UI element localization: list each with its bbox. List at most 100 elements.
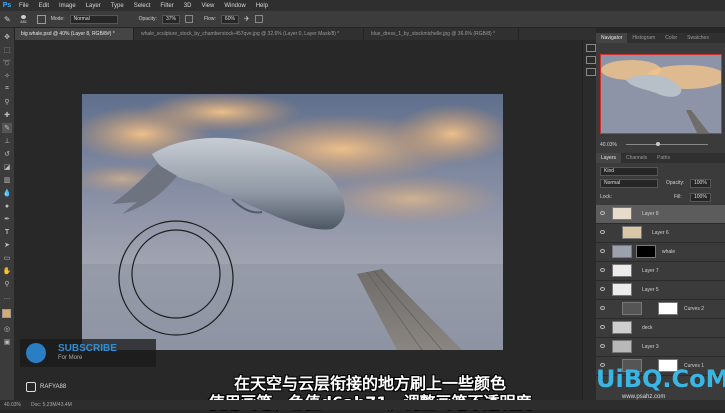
eraser-tool-icon[interactable]: ◪ [2, 162, 12, 172]
menu-image[interactable]: Image [54, 3, 81, 9]
path-select-tool-icon[interactable]: ➤ [2, 240, 12, 250]
navigator-zoom-slider[interactable] [626, 144, 708, 145]
crop-tool-icon[interactable]: ⌗ [2, 84, 12, 94]
dodge-tool-icon[interactable]: ● [2, 201, 12, 211]
layer-row[interactable]: deck [596, 319, 725, 338]
menu-help[interactable]: Help [251, 3, 273, 9]
layer-blend-mode[interactable]: Normal [600, 179, 658, 188]
eye-icon[interactable] [600, 268, 605, 272]
status-zoom[interactable]: 40.03% [4, 402, 21, 408]
menu-layer[interactable]: Layer [81, 3, 106, 9]
menu-edit[interactable]: Edit [34, 3, 54, 9]
eye-icon[interactable] [600, 230, 605, 234]
layer-name[interactable]: Layer 6 [652, 230, 669, 236]
eye-icon[interactable] [600, 306, 605, 310]
navigator-zoom-handle[interactable] [656, 142, 660, 146]
tab-big-whale[interactable]: big whale.psd @ 40% (Layer 8, RGB/8#) * [14, 28, 134, 40]
tab-navigator[interactable]: Navigator [596, 33, 628, 43]
layer-row[interactable]: Curves 2 [596, 300, 725, 319]
menu-3d[interactable]: 3D [179, 3, 197, 9]
layer-row[interactable]: Layer 8 [596, 205, 725, 224]
layer-row[interactable]: Layer 3 [596, 338, 725, 357]
eye-icon[interactable] [600, 325, 605, 329]
layer-mask-thumbnail [658, 302, 678, 315]
tools-panel: ✥ ⬚ ➰ ✧ ⌗ ⚲ ✚ ✎ ⊥ ↺ ◪ ▥ 💧 ● ✒ T ➤ ▭ ✋ ⚲ … [0, 28, 15, 400]
airbrush-icon[interactable]: ✈ [244, 15, 250, 23]
lasso-tool-icon[interactable]: ➰ [2, 58, 12, 68]
blur-tool-icon[interactable]: 💧 [2, 188, 12, 198]
history-brush-tool-icon[interactable]: ↺ [2, 149, 12, 159]
subscribe-overlay[interactable]: SUBSCRIBE For More [20, 339, 156, 367]
navigator-tabs: Navigator Histogram Color Swatches [596, 33, 725, 43]
tab-blue-dress[interactable]: blue_dress_1_by_stockmichelle.jpg @ 36.6… [364, 28, 519, 40]
tab-swatches[interactable]: Swatches [682, 33, 714, 43]
for-more-label: For More [58, 355, 83, 361]
hand-tool-icon[interactable]: ✋ [2, 266, 12, 276]
healing-tool-icon[interactable]: ✚ [2, 110, 12, 120]
panel-dock [582, 40, 597, 400]
foreground-color-swatch[interactable] [2, 309, 11, 318]
pen-tool-icon[interactable]: ✒ [2, 214, 12, 224]
layer-name[interactable]: Layer 5 [642, 287, 659, 293]
pressure-opacity-icon[interactable] [184, 15, 193, 23]
history-icon[interactable] [586, 44, 596, 52]
tab-layers[interactable]: Layers [596, 153, 622, 163]
quick-select-tool-icon[interactable]: ✧ [2, 71, 12, 81]
type-tool-icon[interactable]: T [2, 227, 12, 237]
layer-name[interactable]: Layer 7 [642, 268, 659, 274]
layer-opacity-field[interactable]: 100% [690, 179, 711, 188]
clone-stamp-tool-icon[interactable]: ⊥ [2, 136, 12, 146]
navigator-zoom[interactable]: 40.03% [600, 142, 617, 148]
tab-paths[interactable]: Paths [652, 153, 675, 163]
screen-mode-icon[interactable]: ▣ [2, 337, 12, 347]
navigator-preview[interactable] [600, 54, 722, 134]
brush-size-preset[interactable]: 881 [16, 14, 32, 24]
layer-name[interactable]: deck [642, 325, 653, 331]
menu-view[interactable]: View [196, 3, 219, 9]
layer-row[interactable]: Layer 6 [596, 224, 725, 243]
quick-mask-icon[interactable]: ◎ [2, 324, 12, 334]
menu-filter[interactable]: Filter [155, 3, 178, 9]
brush-tool-active-icon[interactable]: ✎ [2, 123, 12, 133]
mode-select[interactable]: Normal [69, 14, 118, 24]
tab-histogram[interactable]: Histogram [627, 33, 660, 43]
layer-kind-filter[interactable]: Kind [600, 167, 658, 176]
layer-name[interactable]: Layer 3 [642, 344, 659, 350]
layer-fill-field[interactable]: 100% [690, 193, 711, 202]
menu-window[interactable]: Window [219, 3, 250, 9]
shape-tool-icon[interactable]: ▭ [2, 253, 12, 263]
brush-presets-icon[interactable] [586, 68, 596, 76]
menu-file[interactable]: File [14, 3, 34, 9]
layer-thumbnail [622, 226, 642, 239]
flow-field[interactable]: 60% [220, 14, 239, 24]
layer-name[interactable]: Curves 2 [684, 306, 704, 312]
move-tool-icon[interactable]: ✥ [2, 32, 12, 42]
eye-icon[interactable] [600, 344, 605, 348]
zoom-tool-icon[interactable]: ⚲ [2, 279, 12, 289]
eye-icon[interactable] [600, 287, 605, 291]
pressure-size-icon[interactable] [254, 15, 263, 23]
properties-icon[interactable] [586, 56, 596, 64]
eyedropper-tool-icon[interactable]: ⚲ [2, 97, 12, 107]
layer-row[interactable]: Layer 7 [596, 262, 725, 281]
tab-whale-sculpture[interactable]: whale_sculpture_stock_by_chamberstock-45… [134, 28, 364, 40]
more-tools-icon[interactable]: … [2, 292, 12, 302]
brush-tool-icon[interactable]: ✎ [4, 15, 11, 24]
tab-channels[interactable]: Channels [621, 153, 652, 163]
layer-row[interactable]: Layer 5 [596, 281, 725, 300]
layer-row[interactable]: whale [596, 243, 725, 262]
right-panel: Navigator Histogram Color Swatches 40.03… [596, 33, 725, 400]
tab-color[interactable]: Color [660, 33, 682, 43]
flow-label: Flow: [203, 16, 216, 22]
document-canvas[interactable] [82, 94, 503, 350]
marquee-tool-icon[interactable]: ⬚ [2, 45, 12, 55]
eye-icon[interactable] [600, 249, 605, 253]
brush-panel-icon[interactable] [36, 14, 46, 24]
layer-name[interactable]: Layer 8 [642, 211, 659, 217]
eye-icon[interactable] [600, 211, 605, 215]
gradient-tool-icon[interactable]: ▥ [2, 175, 12, 185]
layer-name[interactable]: whale [662, 249, 675, 255]
menu-type[interactable]: Type [106, 3, 129, 9]
menu-select[interactable]: Select [129, 3, 156, 9]
opacity-field[interactable]: 37% [161, 14, 180, 24]
